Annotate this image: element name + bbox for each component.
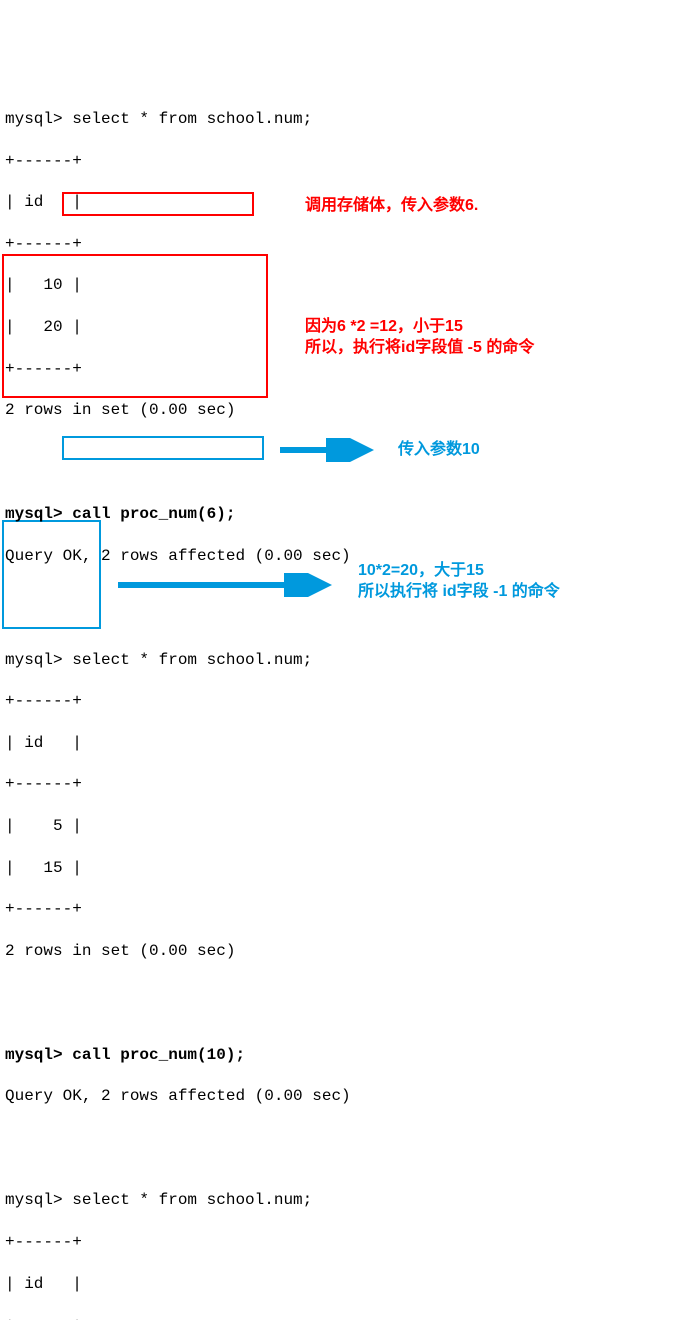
table-sep: +------+ bbox=[5, 1315, 687, 1320]
annotation-minus1: 10*2=20，大于15 所以执行将 id字段 -1 的命令 bbox=[358, 561, 560, 603]
result-footer: 2 rows in set (0.00 sec) bbox=[5, 400, 687, 421]
table-sep: +------+ bbox=[5, 774, 687, 795]
sql-select-3: mysql> select * from school.num; bbox=[5, 1190, 687, 1211]
table-row: | 20 | bbox=[5, 317, 687, 338]
annotation-text: 所以，执行将id字段值 -5 的命令 bbox=[305, 339, 534, 356]
query-ok: Query OK, 2 rows affected (0.00 sec) bbox=[5, 1086, 687, 1107]
table-sep: +------+ bbox=[5, 691, 687, 712]
arrow-icon bbox=[280, 438, 380, 462]
table-sep: +------+ bbox=[5, 151, 687, 172]
table-sep: +------+ bbox=[5, 234, 687, 255]
table-row: | 15 | bbox=[5, 858, 687, 879]
sql-call-proc-10: mysql> call proc_num(10); bbox=[5, 1045, 687, 1066]
result-footer: 2 rows in set (0.00 sec) bbox=[5, 941, 687, 962]
table-sep: +------+ bbox=[5, 359, 687, 380]
table-header: | id | bbox=[5, 733, 687, 754]
sql-select-1: mysql> select * from school.num; bbox=[5, 109, 687, 130]
annotation-text: 所以执行将 id字段 -1 的命令 bbox=[358, 583, 560, 600]
table-row: | 10 | bbox=[5, 275, 687, 296]
sql-select-2: mysql> select * from school.num; bbox=[5, 650, 687, 671]
highlight-box-result-after10 bbox=[2, 520, 101, 629]
table-sep: +------+ bbox=[5, 899, 687, 920]
table-row: | 5 | bbox=[5, 816, 687, 837]
arrow-icon bbox=[118, 573, 338, 597]
table-sep: +------+ bbox=[5, 1232, 687, 1253]
sql-call-proc-6: mysql> call proc_num(6); bbox=[5, 504, 687, 525]
annotation-param10: 传入参数10 bbox=[398, 440, 480, 461]
table-header: | id | bbox=[5, 192, 687, 213]
table-header: | id | bbox=[5, 1274, 687, 1295]
query-ok: Query OK, 2 rows affected (0.00 sec) bbox=[5, 546, 687, 567]
